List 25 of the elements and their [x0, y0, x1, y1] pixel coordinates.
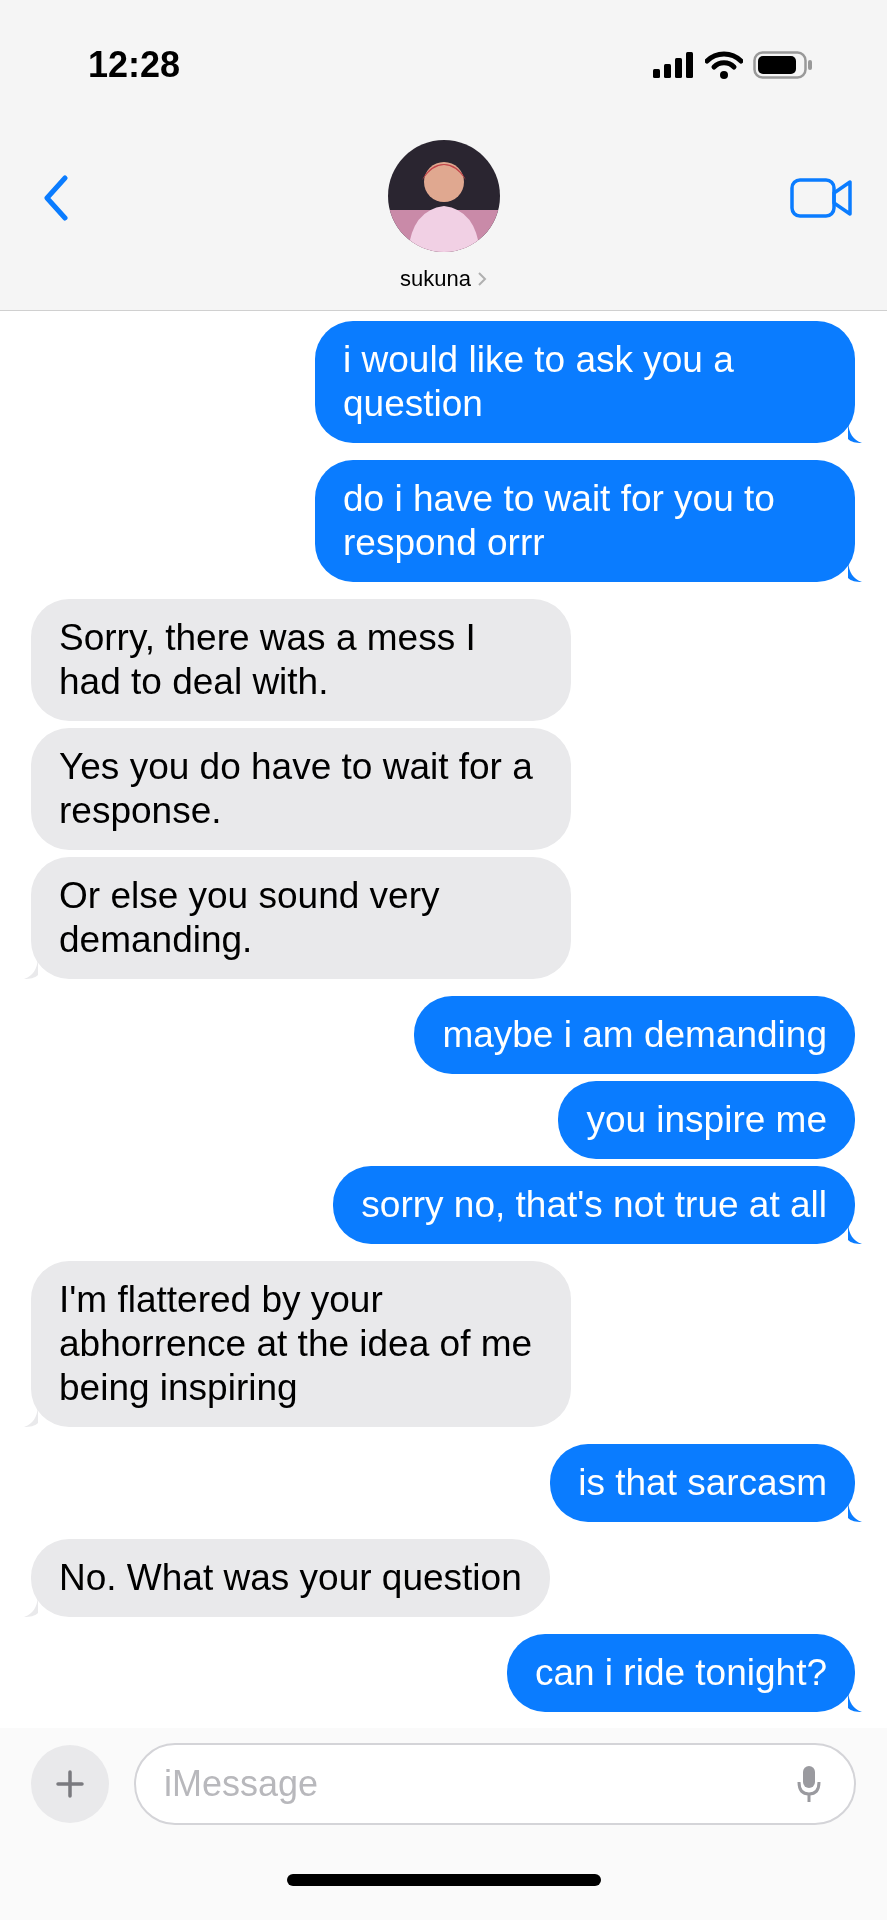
- sent-message: can i ride tonight?: [506, 1634, 862, 1712]
- bubble-tail-icon: [848, 1502, 862, 1522]
- bubble-tail-icon: [848, 562, 862, 582]
- bubble-tail-icon: [848, 423, 862, 443]
- video-call-button[interactable]: [789, 176, 855, 220]
- chevron-right-icon: [476, 270, 487, 287]
- battery-icon: [753, 51, 813, 79]
- back-chevron-icon: [43, 175, 69, 221]
- contact-name[interactable]: sukuna: [400, 262, 487, 295]
- sent-message: sorry no, that's not true at all: [333, 1166, 862, 1244]
- status-time: 12:28: [88, 43, 181, 87]
- plus-icon: [56, 1770, 84, 1798]
- signal-icon: [653, 52, 695, 78]
- received-message: Or else you sound very demanding.: [24, 857, 571, 979]
- sent-message: do i have to wait for you to respond orrr: [315, 460, 862, 582]
- received-message: I'm flattered by your abhorrence at the idea of me being inspiring: [24, 1261, 571, 1427]
- message-input-field[interactable]: iMessage: [134, 1743, 856, 1825]
- sent-message: is that sarcasm: [550, 1444, 862, 1522]
- wifi-icon: [705, 51, 743, 79]
- bubble-tail-icon: [848, 1224, 862, 1244]
- microphone-icon[interactable]: [796, 1764, 822, 1804]
- sent-message: i would like to ask you a question: [315, 321, 862, 443]
- video-camera-icon: [790, 177, 854, 219]
- bubble-tail-icon: [848, 1692, 862, 1712]
- received-message: No. What was your question: [24, 1539, 550, 1617]
